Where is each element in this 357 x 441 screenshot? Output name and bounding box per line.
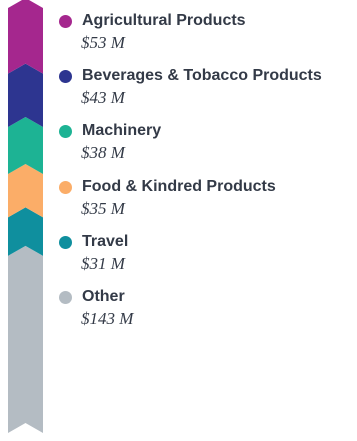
legend-dot-icon [59,180,72,194]
legend-label: Other [82,288,125,305]
legend-label: Agricultural Products [82,12,246,29]
legend-dot-icon [59,125,72,139]
legend-label: Food & Kindred Products [82,177,276,195]
data-label: $31 M [81,253,125,273]
legend-dot-icon [59,70,72,84]
legend-dot-icon [59,291,72,304]
legend-dot-icon [59,235,72,249]
stacked-bar-chart [8,0,43,433]
data-label: $43 M [81,88,125,108]
bar-segment-1 [8,0,43,74]
legend-label: Travel [82,232,129,250]
legend-label: Machinery [82,122,162,140]
data-label: $53 M [81,33,125,52]
data-label: $143 M [81,309,134,328]
data-label: $38 M [81,143,125,163]
data-label: $35 M [81,198,125,218]
bar-segment-6 [8,245,43,433]
legend-label: Beverages & Tobacco Products [82,67,322,85]
legend-dot-icon [59,15,72,28]
